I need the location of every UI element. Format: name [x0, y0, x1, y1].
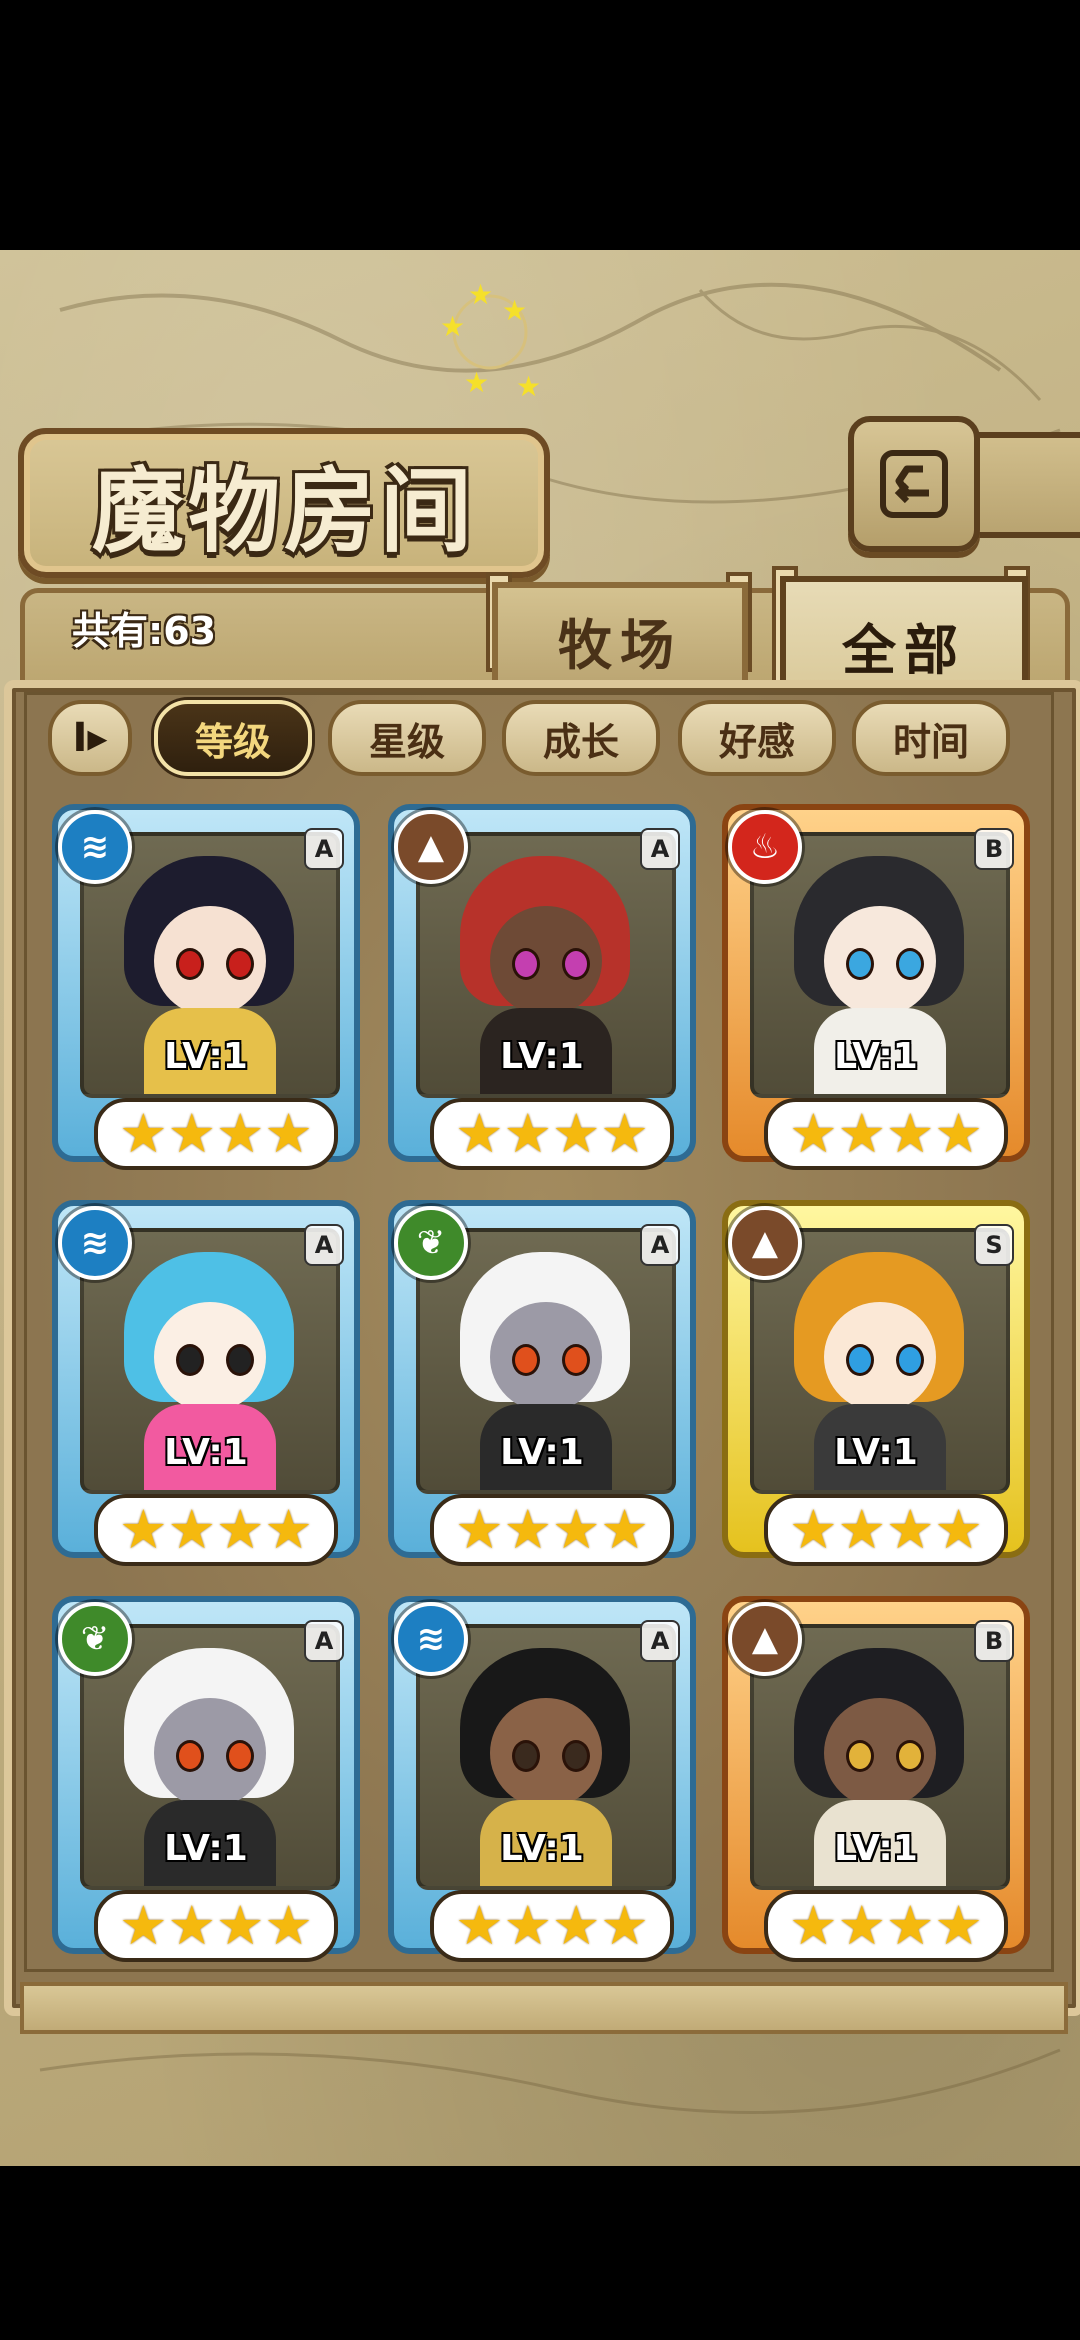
level-label: LV:1: [500, 1828, 584, 1869]
sort-pill-level[interactable]: 等级: [154, 700, 312, 776]
monster-card[interactable]: ▲ B LV:1 ★★★★: [722, 1596, 1030, 1962]
sort-pill-affection[interactable]: 好感: [678, 700, 836, 776]
star-rating: ★★★★: [430, 1494, 674, 1566]
sort-order-toggle[interactable]: I▸: [48, 700, 132, 776]
sort-pill-star[interactable]: 星级: [328, 700, 486, 776]
water-icon: ≋: [394, 1602, 468, 1676]
monster-card[interactable]: ▲ S LV:1 ★★★★: [722, 1200, 1030, 1566]
rank-badge: A: [640, 1224, 680, 1266]
rank-badge: S: [974, 1224, 1014, 1266]
monster-card[interactable]: ❦ A LV:1 ★★★★: [52, 1596, 360, 1962]
level-label: LV:1: [834, 1432, 918, 1473]
level-label: LV:1: [500, 1036, 584, 1077]
rank-badge: A: [640, 828, 680, 870]
rank-badge: B: [974, 1620, 1014, 1662]
level-label: LV:1: [834, 1036, 918, 1077]
level-label: LV:1: [834, 1828, 918, 1869]
rank-badge: A: [304, 1224, 344, 1266]
water-icon: ≋: [58, 810, 132, 884]
monster-count: 共有:63: [72, 609, 217, 653]
monster-card[interactable]: ♨ B LV:1 ★★★★: [722, 804, 1030, 1170]
monster-card[interactable]: ❦ A LV:1 ★★★★: [388, 1200, 696, 1566]
star-rating: ★★★★: [764, 1098, 1008, 1170]
level-label: LV:1: [500, 1432, 584, 1473]
star-rating: ★★★★: [764, 1890, 1008, 1962]
star-rating: ★★★★: [430, 1098, 674, 1170]
monster-card[interactable]: ≋ A LV:1 ★★★★: [388, 1596, 696, 1962]
sparkle-stars: ★ ★ ★ ★ ★: [440, 278, 542, 403]
back-button[interactable]: [848, 416, 980, 552]
monster-card[interactable]: ≋ A LV:1 ★★★★: [52, 804, 360, 1170]
fire-icon: ♨: [728, 810, 802, 884]
page-title: 魔物房间: [91, 456, 476, 565]
title-plaque: 魔物房间: [18, 428, 550, 578]
star-rating: ★★★★: [764, 1494, 1008, 1566]
star-rating: ★★★★: [94, 1494, 338, 1566]
star-rating: ★★★★: [430, 1890, 674, 1962]
toggle-icon: I▸: [72, 715, 108, 761]
level-label: LV:1: [164, 1036, 248, 1077]
rank-badge: A: [304, 828, 344, 870]
earth-icon: ▲: [728, 1602, 802, 1676]
panel-bottom-bar: [20, 1982, 1068, 2034]
star-rating: ★★★★: [94, 1890, 338, 1962]
grass-icon: ❦: [394, 1206, 468, 1280]
level-label: LV:1: [164, 1828, 248, 1869]
tab-ranch[interactable]: 牧场: [492, 582, 748, 692]
star-rating: ★★★★: [94, 1098, 338, 1170]
rank-badge: A: [304, 1620, 344, 1662]
sort-pill-time[interactable]: 时间: [852, 700, 1010, 776]
level-label: LV:1: [164, 1432, 248, 1473]
grass-icon: ❦: [58, 1602, 132, 1676]
rank-badge: A: [640, 1620, 680, 1662]
sort-pill-growth[interactable]: 成长: [502, 700, 660, 776]
rank-badge: B: [974, 828, 1014, 870]
water-icon: ≋: [58, 1206, 132, 1280]
monster-card[interactable]: ≋ A LV:1 ★★★★: [52, 1200, 360, 1566]
earth-icon: ▲: [394, 810, 468, 884]
monster-card[interactable]: ▲ A LV:1 ★★★★: [388, 804, 696, 1170]
earth-icon: ▲: [728, 1206, 802, 1280]
back-arrow-icon: [880, 450, 948, 518]
